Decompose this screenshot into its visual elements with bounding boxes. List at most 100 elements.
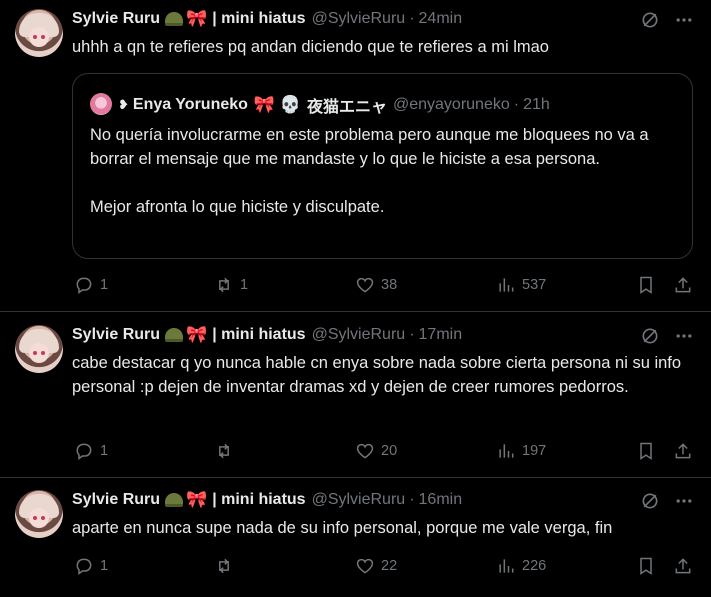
helmet-icon (165, 328, 184, 342)
repost-button[interactable]: 1 (214, 275, 248, 295)
separator-dot: · (409, 491, 415, 508)
bookmark-button[interactable] (636, 556, 656, 576)
quote-author-emoji: 🎀 💀 (253, 95, 301, 114)
author-handle[interactable]: @SylvieRuru (312, 491, 406, 509)
reply-count: 1 (100, 443, 109, 459)
tweet-timestamp[interactable]: 16min (419, 491, 463, 509)
more-icon[interactable] (674, 491, 694, 511)
author-name-suffix: | mini hiatus (212, 326, 306, 343)
author-handle[interactable]: @SylvieRuru (312, 10, 406, 28)
quoted-tweet[interactable]: ❥ Enya Yoruneko 🎀 💀 夜猫エニャ @enyayoruneko … (72, 73, 693, 259)
views-count: 537 (522, 277, 547, 293)
repost-icon (219, 558, 229, 574)
quote-header: ❥ Enya Yoruneko 🎀 💀 夜猫エニャ @enyayoruneko … (118, 93, 550, 117)
reply-icon (76, 443, 92, 460)
views-count: 197 (522, 443, 547, 459)
reply-icon (76, 558, 92, 575)
tweet-header: Sylvie Ruru 🎀 | mini hiatus @SylvieRuru … (72, 9, 462, 29)
repost-button[interactable] (214, 556, 240, 576)
like-button[interactable]: 38 (355, 275, 397, 295)
author-name[interactable]: Sylvie Ruru (72, 491, 160, 509)
tweet-timestamp[interactable]: 24min (419, 10, 463, 28)
separator-dot: · (409, 10, 415, 27)
quote-author-name[interactable]: Enya Yoruneko (133, 96, 248, 114)
like-count: 38 (381, 277, 398, 293)
heart-icon (356, 558, 374, 574)
views-icon (499, 444, 514, 458)
quote-author-handle[interactable]: @enyayoruneko (393, 96, 510, 114)
views-button[interactable]: 537 (496, 275, 546, 295)
repost-icon (219, 277, 229, 293)
like-count: 20 (381, 443, 398, 459)
quote-paragraph: Mejor afronta lo que hiciste y disculpat… (90, 198, 385, 216)
author-emoji: 🎀 (186, 490, 208, 509)
separator-dot: · (409, 326, 415, 343)
bookmark-button[interactable] (636, 441, 656, 461)
author-emoji: 🎀 (186, 325, 208, 344)
repost-icon (219, 443, 229, 459)
avatar[interactable] (15, 325, 63, 373)
quote-author-suffix: 夜猫エニャ (306, 99, 387, 116)
reply-button[interactable]: 1 (74, 441, 108, 461)
views-icon (499, 278, 514, 292)
author-name-suffix: | mini hiatus (212, 491, 306, 508)
avatar[interactable] (15, 9, 63, 57)
author-name[interactable]: Sylvie Ruru (72, 10, 160, 28)
tweet-text: aparte en nunca supe nada de su info per… (72, 519, 613, 537)
more-icon[interactable] (674, 10, 694, 30)
grok-icon[interactable] (640, 10, 660, 30)
share-icon (675, 443, 691, 459)
action-bar: 1 1 38 537 (72, 275, 697, 297)
bookmark-icon (640, 442, 652, 460)
author-emoji: 🎀 (186, 9, 208, 28)
share-button[interactable] (673, 441, 693, 461)
action-bar: 1 22 226 (72, 556, 697, 578)
author-name[interactable]: Sylvie Ruru (72, 326, 160, 344)
views-icon (499, 559, 514, 573)
tweet-header: Sylvie Ruru 🎀 | mini hiatus @SylvieRuru … (72, 325, 462, 345)
heart-icon (356, 443, 374, 459)
avatar[interactable] (15, 490, 63, 538)
tweet-timestamp[interactable]: 17min (419, 326, 463, 344)
reply-button[interactable]: 1 (74, 275, 108, 295)
grok-icon[interactable] (640, 491, 660, 511)
reply-button[interactable]: 1 (74, 556, 108, 576)
author-handle[interactable]: @SylvieRuru (312, 326, 406, 344)
author-name-suffix: | mini hiatus (212, 10, 306, 27)
share-button[interactable] (673, 556, 693, 576)
repost-button[interactable] (214, 441, 240, 461)
bookmark-button[interactable] (636, 275, 656, 295)
helmet-icon (165, 12, 184, 26)
quote-avatar[interactable] (90, 93, 112, 115)
repost-count: 1 (240, 277, 249, 293)
grok-icon[interactable] (640, 326, 660, 346)
like-button[interactable]: 22 (355, 556, 397, 576)
bookmark-icon (640, 276, 652, 294)
share-icon (675, 277, 691, 293)
action-bar: 1 20 197 (72, 441, 697, 463)
tweet[interactable]: Sylvie Ruru 🎀 | mini hiatus @SylvieRuru … (0, 0, 711, 311)
bookmark-icon (640, 557, 652, 575)
share-icon (675, 558, 691, 574)
tweet-header: Sylvie Ruru 🎀 | mini hiatus @SylvieRuru … (72, 490, 462, 510)
tweet[interactable]: Sylvie Ruru 🎀 | mini hiatus @SylvieRuru … (0, 316, 711, 477)
more-icon[interactable] (674, 326, 694, 346)
reply-count: 1 (100, 558, 109, 574)
tweet[interactable]: Sylvie Ruru 🎀 | mini hiatus @SylvieRuru … (0, 481, 711, 597)
tweet-text: cabe destacar q yo nunca hable cn enya s… (72, 354, 682, 396)
like-count: 22 (381, 558, 398, 574)
tweet-text: uhhh a qn te refieres pq andan diciendo … (72, 38, 549, 56)
divider (0, 311, 711, 312)
share-button[interactable] (673, 275, 693, 295)
reply-count: 1 (100, 277, 109, 293)
heart-icon (356, 277, 374, 293)
divider (0, 477, 711, 478)
quote-paragraph: No quería involucrarme en este problema … (90, 126, 649, 168)
views-button[interactable]: 226 (496, 556, 546, 576)
helmet-icon (165, 493, 184, 507)
views-button[interactable]: 197 (496, 441, 546, 461)
separator-dot: · (513, 96, 520, 113)
like-button[interactable]: 20 (355, 441, 397, 461)
quote-timestamp[interactable]: 21h (523, 96, 550, 114)
views-count: 226 (522, 558, 547, 574)
